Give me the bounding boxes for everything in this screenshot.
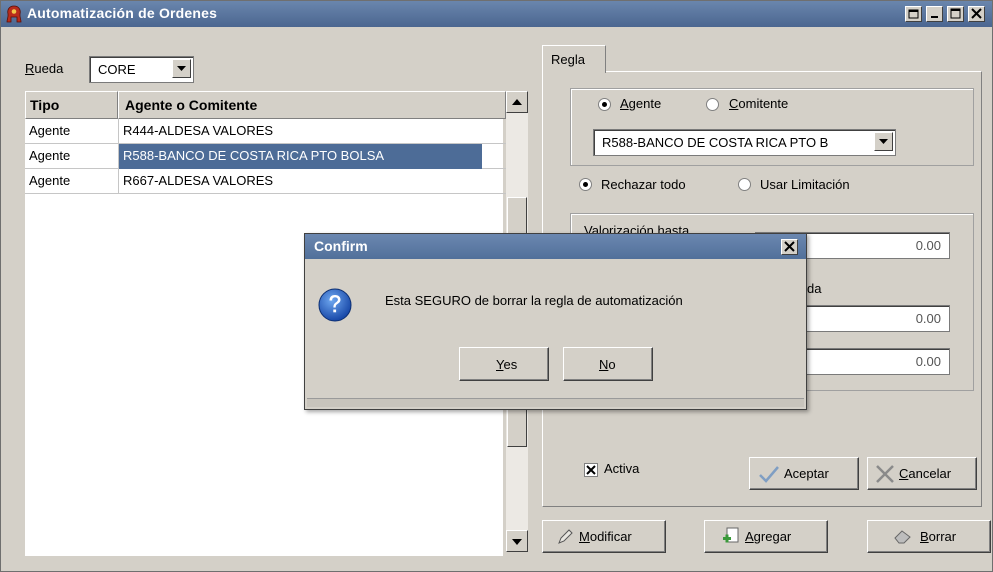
radio-rechazar-label: Rechazar todo (601, 177, 686, 192)
row-agente: R667-ALDESA VALORES (123, 173, 274, 188)
minimize-button[interactable] (926, 6, 943, 22)
row-tipo: Agente (29, 123, 71, 138)
radio-comitente-label-rest: omitente (738, 96, 789, 111)
radio-agente[interactable] (598, 98, 611, 111)
column-header-tipo[interactable]: Tipo (25, 91, 118, 119)
maximize-icon (950, 8, 961, 19)
agent-select[interactable]: R588-BANCO DE COSTA RICA PTO B (593, 129, 896, 156)
table-row-selected[interactable]: Agente R588-BANCO DE COSTA RICA PTO BOLS… (25, 144, 506, 169)
radio-agente-label: Agente (620, 96, 662, 111)
column-header-tipo-label: Tipo (30, 97, 60, 113)
table-row[interactable]: Agente R667-ALDESA VALORES (25, 169, 506, 194)
agregar-label: Agregar (745, 529, 792, 544)
row-agente: R444-ALDESA VALORES (123, 123, 274, 138)
no-button[interactable]: No (563, 347, 653, 381)
activa-label: Activa (604, 461, 640, 476)
column-header-agente-label: Agente o Comitente (125, 97, 258, 113)
maximize-button[interactable] (947, 6, 964, 22)
borrar-label: Borrar (920, 529, 957, 544)
title-bar[interactable]: Automatización de Ordenes (1, 1, 992, 27)
rueda-value: CORE (98, 62, 136, 77)
yes-label: Yes (496, 357, 518, 372)
restore-button[interactable] (905, 6, 922, 22)
modificar-label: Modificar (579, 529, 632, 544)
row-agente-cell: R588-BANCO DE COSTA RICA PTO BOLSA (118, 144, 482, 169)
close-icon (971, 8, 982, 19)
arrow-down-icon (512, 539, 522, 545)
yes-button[interactable]: Yes (459, 347, 549, 381)
aceptar-button[interactable]: Aceptar (749, 457, 859, 490)
row-agente-cell: R667-ALDESA VALORES (118, 169, 482, 194)
borrar-label-rest: orrar (928, 529, 957, 544)
radio-usar-limitacion[interactable] (738, 178, 751, 191)
no-label-rest: o (608, 357, 616, 372)
row-agente: R588-BANCO DE COSTA RICA PTO BOLSA (123, 148, 385, 163)
rueda-label: Rueda (25, 61, 64, 76)
modificar-button[interactable]: Modificar (542, 520, 666, 553)
tab-regla-label: Regla (551, 52, 585, 67)
agent-select-value: R588-BANCO DE COSTA RICA PTO B (602, 135, 829, 150)
restore-icon (908, 9, 919, 19)
row-tipo: Agente (29, 173, 71, 188)
radio-rechazar-todo[interactable] (579, 178, 592, 191)
agregar-label-rest: gregar (753, 529, 792, 544)
rueda-select[interactable]: CORE (89, 56, 194, 83)
radio-comitente-label: Comitente (729, 96, 789, 111)
window-title: Automatización de Ordenes (27, 5, 218, 21)
yes-label-rest: es (503, 357, 518, 372)
close-icon (784, 241, 795, 252)
table-row[interactable]: Agente R444-ALDESA VALORES (25, 119, 506, 144)
check-icon (586, 465, 596, 475)
eraser-icon (894, 530, 911, 544)
rueda-dropdown-button[interactable] (172, 59, 191, 78)
modificar-label-rest: odificar (589, 529, 632, 544)
close-button[interactable] (968, 6, 985, 22)
activa-checkbox[interactable] (584, 463, 598, 477)
chevron-down-icon (879, 139, 888, 144)
rueda-label-rest: ueda (34, 61, 64, 76)
limit-value-3: 0.00 (915, 354, 941, 369)
agent-dropdown-button[interactable] (874, 132, 893, 151)
radio-usar-label: Usar Limitación (760, 177, 850, 192)
dialog-title: Confirm (314, 238, 368, 254)
column-header-agente[interactable]: Agente o Comitente (118, 91, 506, 119)
row-tipo: Agente (29, 148, 71, 163)
radio-agente-label-rest: gente (628, 96, 662, 111)
dialog-message: Esta SEGURO de borrar la regla de automa… (385, 293, 683, 308)
dialog-status-strip (307, 398, 804, 407)
dialog-close-button[interactable] (781, 239, 798, 255)
pencil-icon (558, 529, 573, 544)
question-icon (318, 288, 352, 322)
scroll-up-button[interactable] (506, 91, 528, 113)
cancel-x-icon (876, 465, 894, 483)
scroll-down-button[interactable] (506, 530, 528, 552)
valorizacion-value: 0.00 (915, 238, 941, 253)
checkmark-icon (759, 466, 779, 483)
cancelar-label: Cancelar (899, 466, 952, 481)
dialog-body: Esta SEGURO de borrar la regla de automa… (305, 259, 806, 398)
dialog-title-bar[interactable]: Confirm (305, 234, 806, 259)
borrar-button[interactable]: Borrar (867, 520, 991, 553)
aceptar-label: Aceptar (784, 466, 829, 481)
agregar-button[interactable]: Agregar (704, 520, 828, 553)
row-agente-cell: R444-ALDESA VALORES (118, 119, 482, 144)
tab-regla[interactable]: Regla (542, 45, 606, 73)
limit-value-2: 0.00 (915, 311, 941, 326)
minimize-icon (931, 16, 938, 18)
confirm-dialog[interactable]: Confirm Esta SEGURO de borrar la regla d… (304, 233, 807, 410)
no-label: No (599, 357, 616, 372)
radio-comitente[interactable] (706, 98, 719, 111)
cancelar-label-rest: ancelar (908, 466, 952, 481)
arrow-up-icon (512, 99, 522, 105)
limit-label-2: da (807, 281, 822, 296)
app-icon (6, 5, 22, 23)
cancelar-button[interactable]: Cancelar (867, 457, 977, 490)
add-document-icon (723, 527, 739, 543)
chevron-down-icon (177, 66, 186, 71)
